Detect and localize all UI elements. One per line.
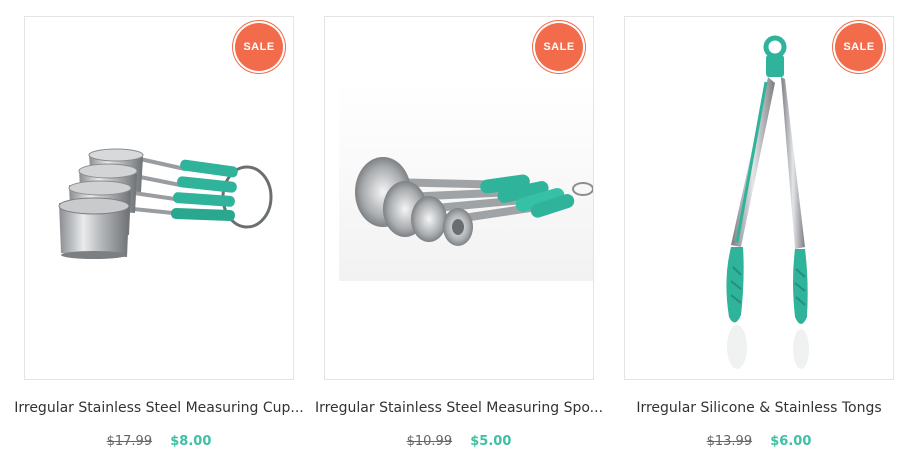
- price-row: $10.99 $5.00: [324, 434, 594, 449]
- price-row: $17.99 $8.00: [24, 434, 294, 449]
- product-image-link[interactable]: SALE: [24, 16, 294, 380]
- product-card[interactable]: SALE Irregular Stainless Steel Measuring…: [315, 16, 603, 449]
- tongs-image: [726, 35, 809, 369]
- measuring-cups-image: [58, 148, 273, 259]
- sale-badge: SALE: [535, 23, 583, 71]
- sale-price: $5.00: [470, 434, 512, 449]
- sale-badge: SALE: [835, 23, 883, 71]
- product-card[interactable]: SALE Irregular Silicone & Stainless Tong…: [624, 16, 894, 449]
- product-image-link[interactable]: SALE: [624, 16, 894, 380]
- product-grid: SALE Irregular Stainless Steel Measuring…: [0, 0, 909, 472]
- product-title[interactable]: Irregular Silicone & Stainless Tongs: [614, 400, 904, 416]
- product-card[interactable]: SALE Irregular Stainless Steel Measuring…: [14, 16, 304, 449]
- sale-badge: SALE: [235, 23, 283, 71]
- original-price: $10.99: [406, 434, 453, 449]
- sale-price: $6.00: [770, 434, 812, 449]
- measuring-spoons-image: [339, 81, 593, 281]
- original-price: $13.99: [706, 434, 753, 449]
- price-row: $13.99 $6.00: [624, 434, 894, 449]
- product-title[interactable]: Irregular Stainless Steel Measuring Cup.…: [14, 400, 304, 416]
- sale-price: $8.00: [170, 434, 212, 449]
- product-title[interactable]: Irregular Stainless Steel Measuring Spo.…: [314, 400, 604, 416]
- product-image-link[interactable]: SALE: [324, 16, 594, 380]
- original-price: $17.99: [106, 434, 153, 449]
